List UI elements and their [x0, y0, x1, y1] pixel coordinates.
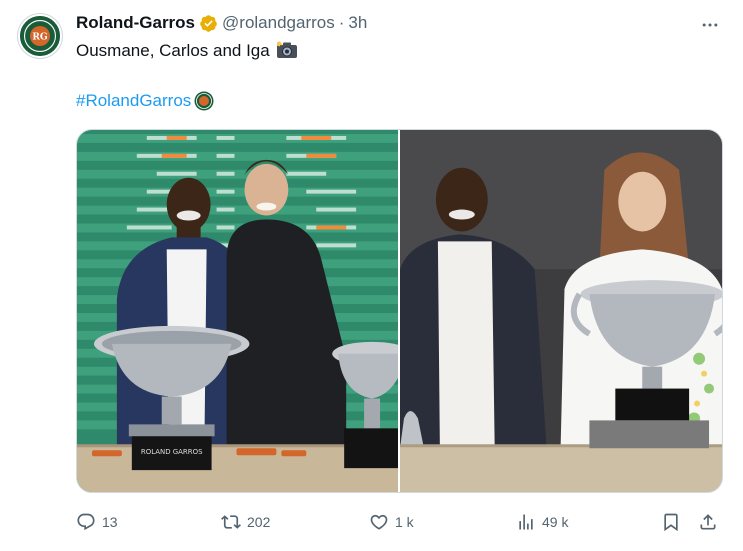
more-options-icon[interactable] [699, 14, 721, 36]
photo-dembele-swiatek[interactable] [400, 130, 722, 492]
heart-icon [370, 514, 388, 530]
tweet-actions: 13 202 1 k 49 k [76, 507, 723, 537]
author-name[interactable]: Roland-Garros [76, 13, 195, 33]
author-handle[interactable]: @rolandgarros [222, 13, 335, 33]
avatar[interactable]: RG [18, 14, 62, 58]
verified-badge-icon[interactable] [199, 14, 218, 33]
separator-dot: · [338, 13, 345, 32]
retweet-button[interactable]: 202 [221, 507, 270, 537]
svg-text:RG: RG [32, 32, 48, 43]
retweet-count: 202 [247, 514, 271, 530]
views-button[interactable]: 49 k [516, 507, 568, 537]
retweet-icon [221, 515, 241, 529]
tweet-header: Roland-Garros @rolandgarros · 3h [76, 12, 367, 34]
bookmark-button[interactable] [661, 507, 681, 537]
like-count: 1 k [395, 514, 414, 530]
tweet-text: Ousmane, Carlos and Iga [76, 40, 298, 62]
hashtag-link[interactable]: #RolandGarros [76, 90, 191, 112]
reply-count: 13 [102, 514, 118, 530]
tweet-media: ROLAND GARROS [76, 129, 723, 493]
share-button[interactable] [698, 507, 718, 537]
tweet: RG Roland-Garros @rolandgarros · 3h Ousm… [0, 0, 743, 551]
tweet-text-body: Ousmane, Carlos and Iga [76, 41, 270, 60]
photo-dembele-alcaraz[interactable]: ROLAND GARROS [77, 130, 398, 492]
reply-button[interactable]: 13 [76, 507, 118, 537]
tweet-timestamp[interactable]: 3h [348, 13, 367, 33]
roland-garros-logo-icon: RG [20, 16, 60, 56]
share-icon [700, 514, 716, 530]
roland-garros-hashtag-icon [194, 91, 214, 111]
views-chart-icon [519, 514, 533, 530]
like-button[interactable]: 1 k [369, 507, 414, 537]
trophy-plaque-text: ROLAND GARROS [141, 448, 203, 456]
reply-icon [77, 513, 95, 531]
views-count: 49 k [542, 514, 569, 530]
hashtag-line: #RolandGarros [76, 90, 214, 112]
bookmark-icon [664, 513, 678, 532]
camera-flash-icon [276, 41, 298, 59]
